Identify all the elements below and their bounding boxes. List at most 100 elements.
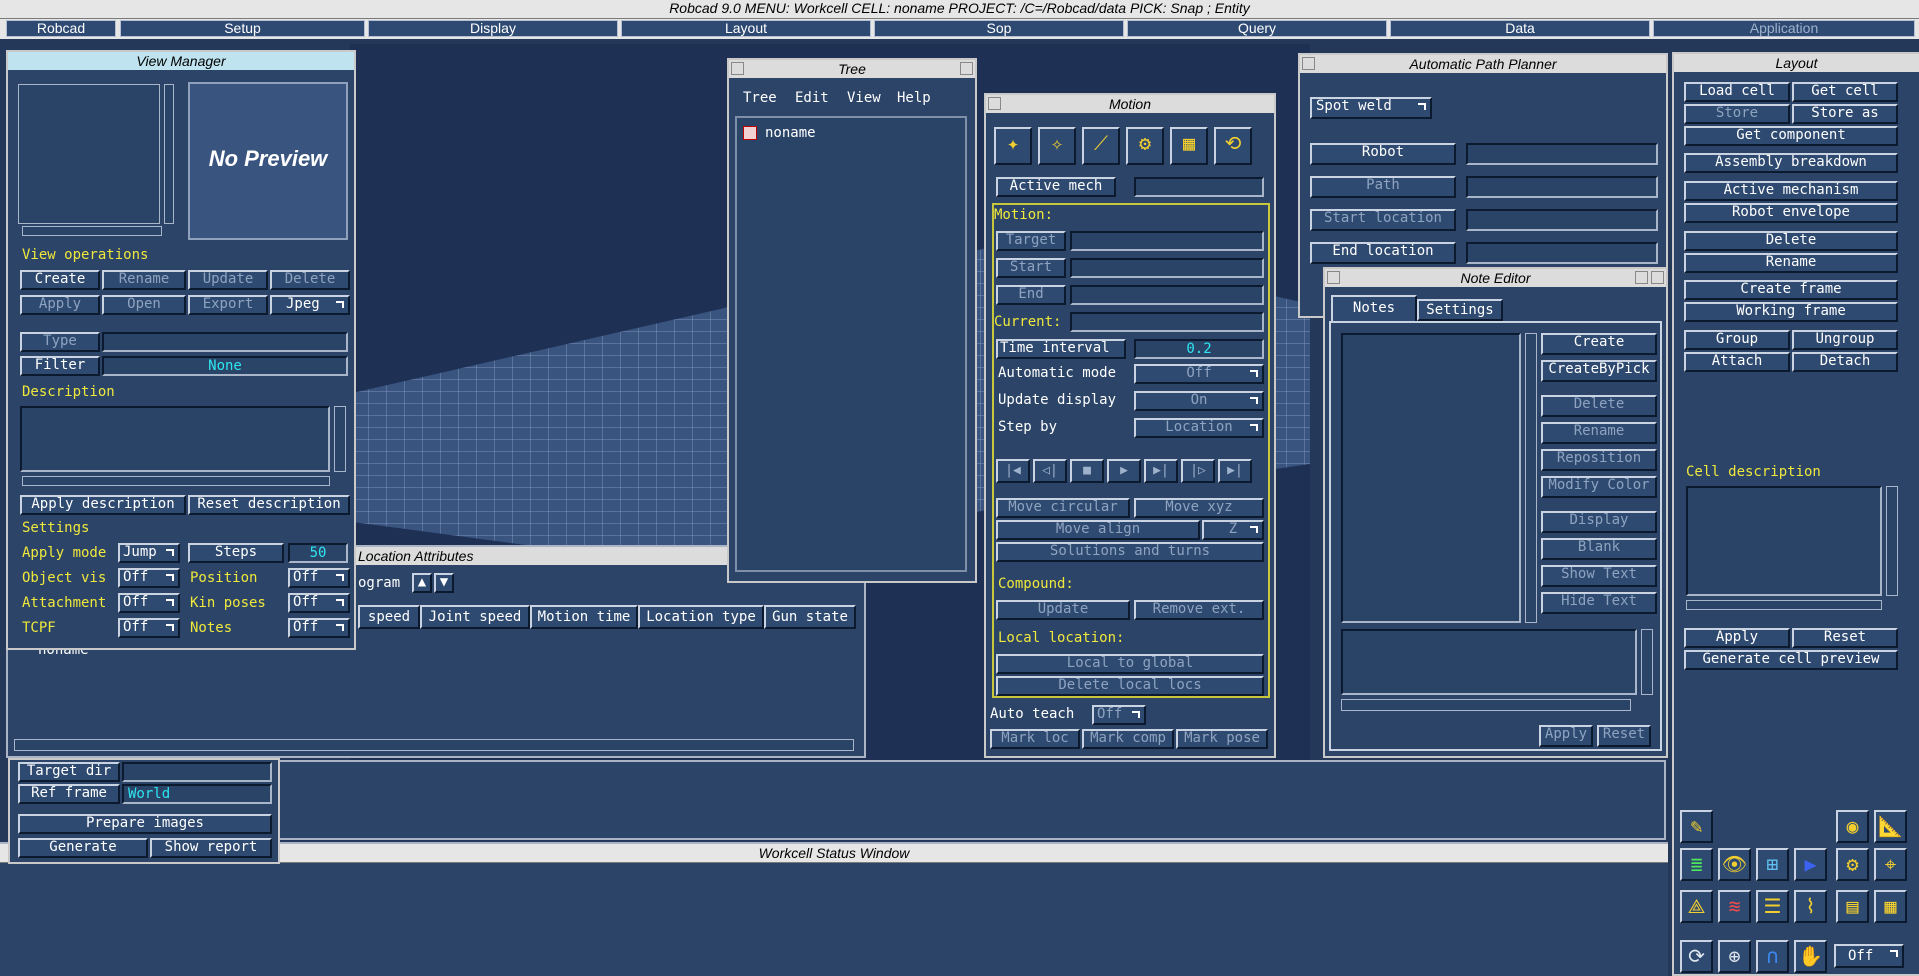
note-editor-restore-button[interactable] [1635,271,1648,284]
reset-description-button[interactable]: Reset description [188,495,350,515]
column-location-type[interactable]: Location type [638,605,764,629]
column-speed[interactable]: speed [358,605,420,629]
column-motion-time[interactable]: Motion time [530,605,638,629]
move-circular-button[interactable]: Move circular [996,498,1130,518]
target-dir-field[interactable] [122,762,272,782]
tree-menu-tree[interactable]: Tree [743,90,777,106]
type-field[interactable] [102,332,348,352]
note-text-hscroll[interactable] [1341,699,1631,711]
refresh-icon[interactable]: ⟳ [1680,940,1713,973]
steps-button[interactable]: Steps [188,543,284,563]
robot-arm-icon[interactable]: ⚙ [1126,127,1164,165]
move-xyz-button[interactable]: Move xyz [1134,498,1264,518]
layout-rename-button[interactable]: Rename [1684,253,1898,273]
active-mech-field[interactable] [1134,177,1264,197]
target-icon[interactable]: ⊕ [1718,940,1751,973]
description-vscroll[interactable] [334,406,346,472]
menu-setup[interactable]: Setup [120,20,365,37]
type-button[interactable]: Type [20,332,100,352]
notes-list[interactable] [1341,333,1521,623]
steps-field[interactable]: 50 [288,543,348,563]
notes-list-vscroll[interactable] [1525,333,1537,623]
attachment-dropdown[interactable]: Off [118,593,180,613]
start-location-field[interactable] [1466,209,1658,231]
kin-poses-dropdown[interactable]: Off [288,593,350,613]
time-interval-field[interactable]: 0.2 [1134,339,1264,359]
target-field[interactable] [1070,231,1264,251]
camera-icon[interactable]: ◉ [1836,810,1869,843]
ref-frame-button[interactable]: Ref frame [18,784,120,804]
cell-description-field[interactable] [1686,486,1882,596]
stop-icon[interactable]: ■ [1070,459,1104,483]
tree-close-button[interactable] [960,62,973,75]
arm-icon[interactable]: ✋ [1794,940,1827,973]
view-apply-button[interactable]: Apply [20,295,100,315]
planner-path-field[interactable] [1466,176,1658,198]
layout-delete-button[interactable]: Delete [1684,231,1898,251]
target-button[interactable]: Target [996,231,1066,251]
robot-jog-icon[interactable]: ✧ [1038,127,1076,165]
planner-path-button[interactable]: Path [1310,176,1456,198]
note-editor-minimize-button[interactable] [1327,271,1340,284]
compound-update-button[interactable]: Update [996,600,1130,620]
layout-apply-button[interactable]: Apply [1684,628,1790,648]
note-blank-button[interactable]: Blank [1541,538,1657,560]
cell-description-hscroll[interactable] [1686,600,1882,610]
planner-mode-dropdown[interactable]: Spot weld [1310,97,1432,119]
layers-icon[interactable]: ≋ [1718,890,1751,923]
table-icon[interactable]: ≣ [1680,848,1713,881]
robot-teach-icon[interactable]: ⟋ [1082,127,1120,165]
note-text-vscroll[interactable] [1641,629,1653,695]
robot-joint-icon[interactable]: ✦ [994,127,1032,165]
local-to-global-button[interactable]: Local to global [996,654,1264,674]
flag-icon[interactable]: ▶ [1794,848,1827,881]
mark-comp-button[interactable]: Mark comp [1082,729,1174,749]
chart-icon[interactable]: ⌇ [1794,890,1827,923]
note-editor-close-button[interactable] [1651,271,1664,284]
start-location-button[interactable]: Start location [1310,209,1456,231]
generate-button[interactable]: Generate [18,838,148,858]
gun-icon[interactable]: ⌖ [1874,848,1907,881]
apply-description-button[interactable]: Apply description [20,495,186,515]
end-field[interactable] [1070,285,1264,305]
end-location-field[interactable] [1466,242,1658,264]
detach-button[interactable]: Detach [1792,352,1898,372]
object-vis-dropdown[interactable]: Off [118,568,180,588]
start-field[interactable] [1070,258,1264,278]
tree-menu-help[interactable]: Help [897,90,931,106]
description-field[interactable] [20,406,330,472]
active-mech-button[interactable]: Active mech [996,177,1116,197]
get-component-button[interactable]: Get component [1684,126,1898,146]
note-text-field[interactable] [1341,629,1637,695]
path-planner-minimize-button[interactable] [1302,57,1315,70]
menu-query[interactable]: Query [1127,20,1387,37]
filter-button[interactable]: Filter [20,356,100,376]
note-modify-color-button[interactable]: Modify Color [1541,476,1657,498]
prepare-images-button[interactable]: Prepare images [18,814,272,834]
robot-icon[interactable]: ⚙ [1836,848,1869,881]
working-frame-button[interactable]: Working frame [1684,302,1898,322]
description-hscroll[interactable] [22,476,330,486]
generate-cell-preview-button[interactable]: Generate cell preview [1684,650,1898,670]
menu-application[interactable]: Application [1653,20,1915,37]
play-step-icon[interactable]: ▶| [1144,459,1178,483]
goto-first-icon[interactable]: |◀ [996,459,1030,483]
view-create-button[interactable]: Create [20,270,100,290]
attach-button[interactable]: Attach [1684,352,1790,372]
column-gun-state[interactable]: Gun state [764,605,856,629]
hierarchy-icon[interactable]: ⊞ [1756,848,1789,881]
show-report-button[interactable]: Show report [150,838,272,858]
auto-teach-dropdown[interactable]: Off [1092,705,1146,725]
get-cell-button[interactable]: Get cell [1792,82,1898,102]
time-interval-button[interactable]: Time interval [996,339,1126,359]
group-button[interactable]: Group [1684,330,1790,350]
view-rename-button[interactable]: Rename [102,270,186,290]
create-frame-button[interactable]: Create frame [1684,280,1898,300]
active-mechanism-button[interactable]: Active mechanism [1684,181,1898,201]
start-button[interactable]: Start [996,258,1066,278]
planner-robot-button[interactable]: Robot [1310,143,1456,165]
ruler-icon[interactable]: 📐 [1874,810,1907,843]
end-button[interactable]: End [996,285,1066,305]
note-show-text-button[interactable]: Show Text [1541,565,1657,587]
note-create-button[interactable]: Create [1541,333,1657,355]
